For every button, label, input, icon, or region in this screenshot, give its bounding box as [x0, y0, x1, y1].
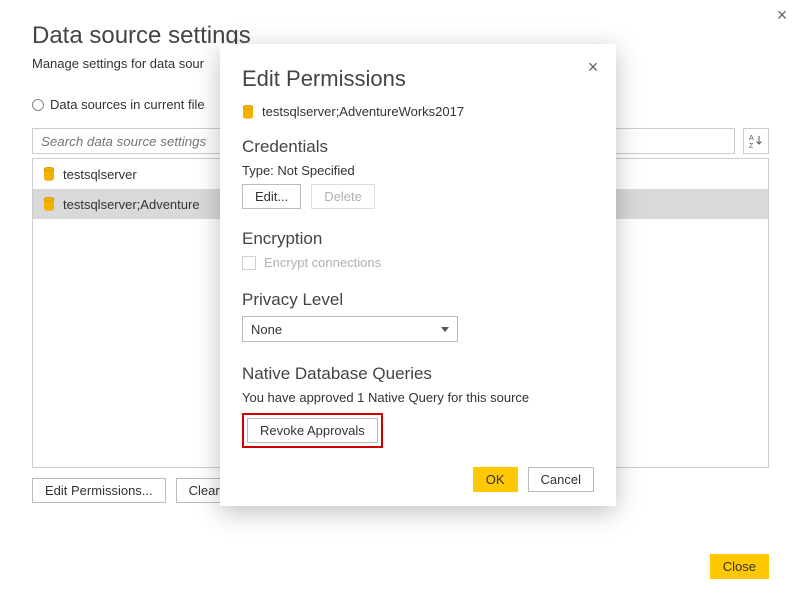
native-queries-text: You have approved 1 Native Query for thi… — [242, 390, 594, 405]
encryption-heading: Encryption — [242, 229, 594, 249]
close-icon[interactable]: × — [773, 6, 791, 24]
cancel-button[interactable]: Cancel — [528, 467, 594, 492]
list-item-label: testsqlserver — [63, 167, 137, 182]
ok-button[interactable]: OK — [473, 467, 518, 492]
database-icon — [242, 105, 254, 119]
dialog-title: Edit Permissions — [242, 66, 594, 92]
privacy-level-heading: Privacy Level — [242, 290, 594, 310]
credentials-type: Type: Not Specified — [242, 163, 594, 178]
revoke-approvals-button[interactable]: Revoke Approvals — [247, 418, 378, 443]
list-item-label: testsqlserver;Adventure — [63, 197, 200, 212]
credentials-heading: Credentials — [242, 137, 594, 157]
checkbox-icon — [242, 256, 256, 270]
close-icon[interactable]: × — [584, 58, 602, 76]
radio-icon — [32, 99, 44, 111]
checkbox-label: Encrypt connections — [264, 255, 381, 270]
dialog-data-source-name: testsqlserver;AdventureWorks2017 — [262, 104, 464, 119]
database-icon — [43, 167, 55, 181]
revoke-approvals-highlight: Revoke Approvals — [242, 413, 383, 448]
edit-permissions-button[interactable]: Edit Permissions... — [32, 478, 166, 503]
native-queries-heading: Native Database Queries — [242, 364, 594, 384]
sort-button[interactable]: A Z — [743, 128, 769, 154]
encrypt-connections-checkbox: Encrypt connections — [242, 255, 594, 270]
radio-label: Data sources in current file — [50, 97, 205, 112]
privacy-level-value: None — [251, 322, 282, 337]
svg-text:Z: Z — [749, 143, 754, 149]
database-icon — [43, 197, 55, 211]
delete-credentials-button: Delete — [311, 184, 375, 209]
dialog-data-source: testsqlserver;AdventureWorks2017 — [242, 104, 594, 119]
chevron-down-icon — [441, 327, 449, 332]
edit-permissions-dialog: × Edit Permissions testsqlserver;Adventu… — [220, 44, 616, 506]
svg-text:A: A — [749, 135, 754, 142]
privacy-level-select[interactable]: None — [242, 316, 458, 342]
sort-az-icon: A Z — [748, 133, 764, 149]
close-button[interactable]: Close — [710, 554, 769, 579]
edit-credentials-button[interactable]: Edit... — [242, 184, 301, 209]
